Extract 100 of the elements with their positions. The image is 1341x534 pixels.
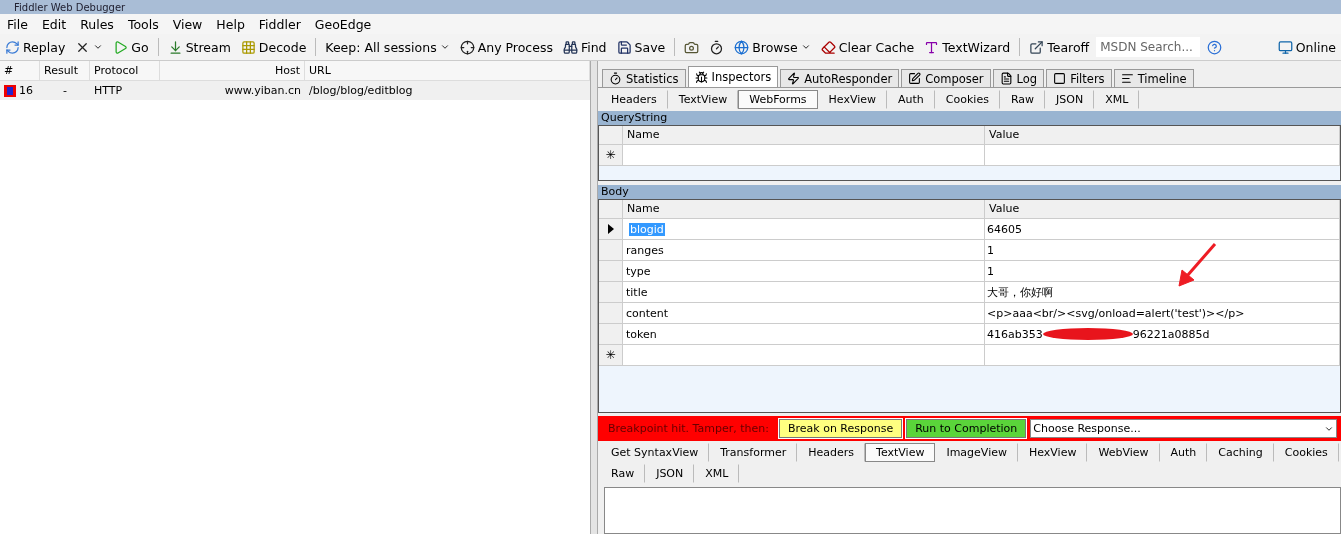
- column-header[interactable]: URL: [305, 61, 590, 81]
- table-cell: /blog/blog/editblog: [305, 81, 590, 100]
- column-header[interactable]: Protocol: [90, 61, 160, 81]
- tab[interactable]: Cookies: [1273, 443, 1339, 462]
- tab[interactable]: JSON: [1045, 90, 1095, 109]
- pencil-icon: [908, 72, 922, 85]
- table-cell: 1: [985, 240, 1340, 261]
- response-text-area[interactable]: [604, 487, 1341, 534]
- table-cell: blogid: [623, 219, 985, 240]
- row-header: [599, 324, 623, 345]
- globe-icon: [734, 39, 750, 55]
- toolbar-button[interactable]: Go: [110, 36, 152, 58]
- tab[interactable]: XML: [694, 464, 740, 483]
- replay-icon: [5, 39, 20, 55]
- toolbar-button[interactable]: Decode: [237, 36, 310, 58]
- column-header[interactable]: Host: [160, 61, 305, 81]
- break-on-response-button[interactable]: Break on Response: [778, 419, 903, 438]
- text-icon: [924, 39, 940, 55]
- tab[interactable]: XML: [1094, 90, 1140, 109]
- camera-icon: [684, 39, 700, 55]
- tab[interactable]: Headers: [600, 90, 668, 109]
- tab[interactable]: Raw: [600, 464, 646, 483]
- toolbar-button[interactable]: Any Process: [456, 36, 556, 58]
- column-header: Value: [985, 200, 1340, 219]
- tab[interactable]: ImageView: [935, 443, 1018, 462]
- run-to-completion-button[interactable]: Run to Completion: [906, 419, 1027, 438]
- tab[interactable]: HexView: [1017, 443, 1088, 462]
- search-field[interactable]: MSDN Search...: [1096, 37, 1201, 57]
- tab[interactable]: Composer: [901, 69, 991, 87]
- table-cell: <p>aaa<br/><svg/onload=alert('test')></p>: [985, 303, 1340, 324]
- stopwatch-icon: [709, 39, 725, 55]
- document-icon: [999, 72, 1013, 85]
- table-cell: content: [623, 303, 985, 324]
- tab[interactable]: WebView: [1087, 443, 1160, 462]
- row-header: [599, 303, 623, 324]
- bug-icon: [694, 70, 708, 84]
- help-icon: [1207, 39, 1223, 55]
- tab[interactable]: WebForms: [738, 90, 818, 109]
- caret-icon: [439, 42, 450, 52]
- menu-item[interactable]: Rules: [75, 16, 119, 32]
- tab[interactable]: HexView: [817, 90, 888, 109]
- section-title: Body: [598, 185, 1341, 199]
- dropdown-button[interactable]: Browse: [731, 36, 814, 58]
- tab[interactable]: Log: [992, 69, 1045, 87]
- breakpoint-message: Breakpoint hit. Tamper, then:: [607, 422, 770, 435]
- table-cell: token: [623, 324, 985, 345]
- menu-item[interactable]: Edit: [36, 16, 72, 32]
- menu-item[interactable]: File: [2, 16, 33, 32]
- tab[interactable]: Statistics: [602, 69, 686, 87]
- tab[interactable]: Raw: [999, 90, 1046, 109]
- menu-item[interactable]: GeoEdge: [309, 16, 377, 32]
- lines-icon: [1120, 72, 1134, 85]
- square-icon: [1053, 72, 1067, 85]
- tab[interactable]: Timeline: [1113, 69, 1194, 87]
- table-cell[interactable]: 16: [0, 81, 40, 100]
- section-title: QueryString: [598, 111, 1341, 125]
- column-header: Name: [623, 200, 985, 219]
- caret-icon: [800, 42, 811, 52]
- tab[interactable]: Inspectors: [687, 66, 779, 87]
- toolbar-button[interactable]: Replay: [2, 36, 69, 58]
- table-cell: title: [623, 282, 985, 303]
- table-cell: type: [623, 261, 985, 282]
- toolbar-button[interactable]: Online: [1274, 36, 1339, 58]
- session-icon: [4, 84, 16, 97]
- play-icon: [113, 39, 129, 55]
- toolbar-button[interactable]: TextWizard: [921, 36, 1014, 58]
- save-icon: [616, 39, 632, 55]
- tab[interactable]: Auth: [887, 90, 935, 109]
- toolbar-button[interactable]: Stream: [164, 36, 234, 58]
- triangle-icon: [607, 224, 614, 234]
- tab[interactable]: Transformer: [709, 443, 798, 462]
- column-header[interactable]: #: [0, 61, 40, 81]
- lightning-icon: [787, 72, 801, 85]
- tab[interactable]: Auth: [1159, 443, 1208, 462]
- menu-item[interactable]: View: [167, 16, 208, 32]
- menu-item[interactable]: Help: [211, 16, 250, 32]
- tab[interactable]: TextView: [865, 443, 936, 462]
- toolbar-button[interactable]: Save: [613, 36, 669, 58]
- tab[interactable]: AutoResponder: [780, 69, 900, 87]
- caret-icon: [93, 42, 104, 52]
- table-cell: www.yiban.cn: [160, 81, 305, 100]
- tab[interactable]: Filters: [1046, 69, 1112, 87]
- toolbar-button[interactable]: Clear Cache: [817, 36, 918, 58]
- tab[interactable]: Caching: [1207, 443, 1274, 462]
- binoculars-icon: [562, 39, 578, 55]
- menu-item[interactable]: Tools: [122, 16, 164, 32]
- toolbar-button[interactable]: Tearoff: [1026, 36, 1093, 58]
- menu-item[interactable]: Fiddler: [253, 16, 306, 32]
- row-header: [599, 282, 623, 303]
- row-header: [599, 261, 623, 282]
- header-corner: [599, 126, 623, 145]
- toolbar-button[interactable]: Find: [559, 36, 610, 58]
- tab[interactable]: Cookies: [934, 90, 1000, 109]
- splitter[interactable]: [590, 61, 598, 534]
- column-header[interactable]: Result: [40, 61, 90, 81]
- grid-icon: [240, 39, 256, 55]
- tab[interactable]: Get SyntaxView: [600, 443, 710, 462]
- dropdown-button[interactable]: Keep: All sessions: [322, 36, 453, 58]
- response-select[interactable]: Choose Response...: [1030, 419, 1337, 438]
- tab[interactable]: JSON: [645, 464, 695, 483]
